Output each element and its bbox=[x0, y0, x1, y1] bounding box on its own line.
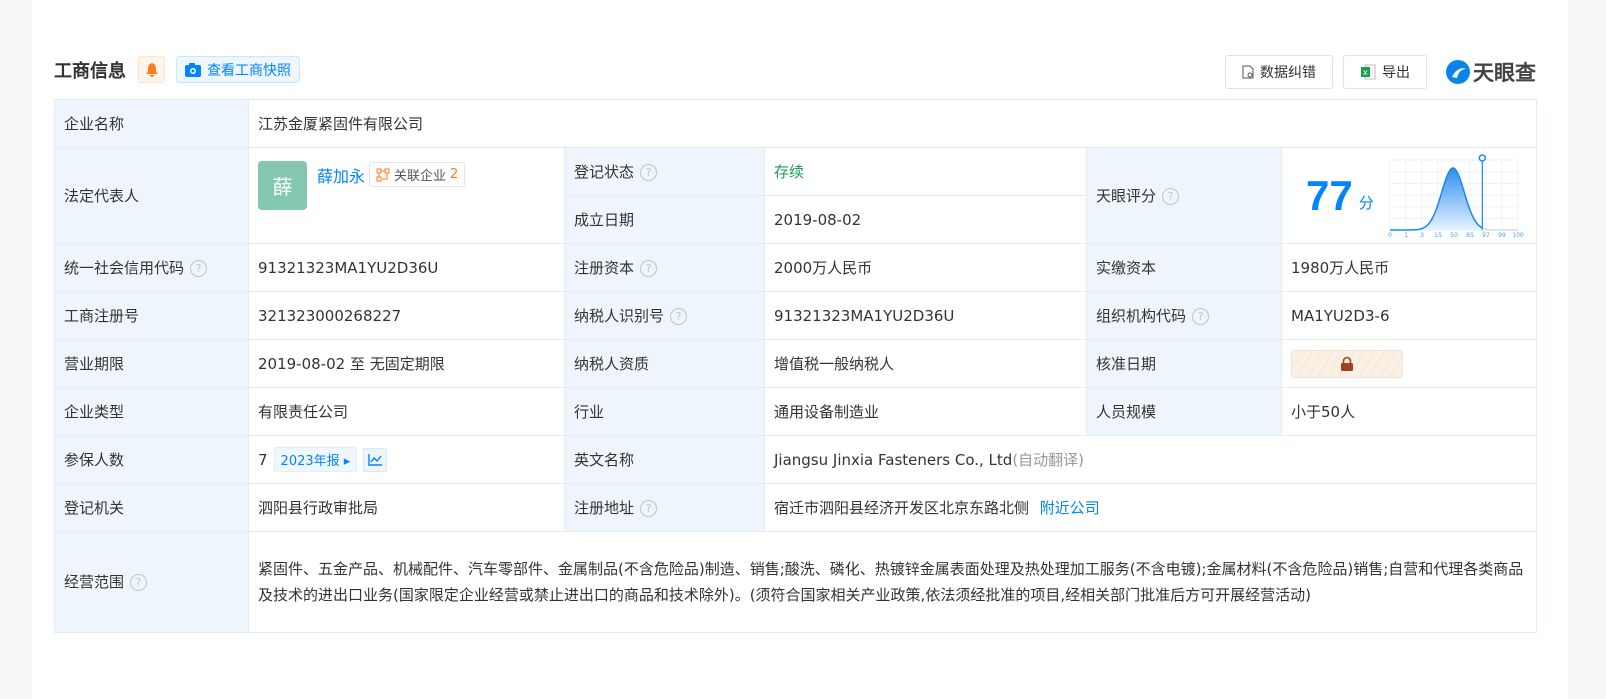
company-name-value: 江苏金厦紧固件有限公司 bbox=[247, 99, 1538, 148]
section-header: 工商信息 查看工商快照 bbox=[54, 56, 300, 83]
avatar: 薛 bbox=[258, 161, 307, 210]
scope-label: 经营范围 bbox=[64, 573, 125, 591]
excel-icon: x bbox=[1361, 64, 1376, 80]
annual-report-link[interactable]: 2023年报 ▸ bbox=[273, 446, 358, 472]
camera-icon bbox=[185, 62, 201, 77]
bell-icon[interactable] bbox=[138, 56, 165, 83]
svg-text:x: x bbox=[1363, 68, 1368, 77]
tick-label: 97 bbox=[1482, 232, 1490, 238]
reg-status-value: 存续 bbox=[764, 147, 1087, 196]
help-icon[interactable]: ? bbox=[190, 260, 208, 277]
field-label: 人员规模 bbox=[1096, 403, 1157, 421]
toolbar: 数据纠错 x 导出 天眼查 bbox=[1225, 55, 1536, 89]
authority-label: 登记机关 bbox=[54, 483, 249, 532]
table-row: 营业期限 2019-08-02 至 无固定期限 纳税人资质 增值税一般纳税人 核准日期 bbox=[54, 339, 1538, 388]
help-icon[interactable]: ? bbox=[1162, 188, 1180, 205]
help-icon[interactable]: ? bbox=[130, 574, 148, 591]
tick-label: 1 bbox=[1404, 232, 1408, 238]
tick-label: 85 bbox=[1466, 232, 1474, 238]
tick-label: 15 bbox=[1434, 232, 1442, 238]
table-row: 统一社会信用代码? 91321323MA1YU2D36U 注册资本? 2000万人民币… bbox=[54, 243, 1538, 292]
score-value: 77 bbox=[1306, 171, 1353, 219]
authority-value: 泗阳县行政审批局 bbox=[248, 483, 565, 532]
field-label: 企业类型 bbox=[64, 403, 125, 421]
insured-label: 参保人数 bbox=[54, 435, 249, 484]
export-button[interactable]: x 导出 bbox=[1343, 55, 1427, 89]
field-value: 通用设备制造业 bbox=[764, 387, 1087, 436]
field-value: 有限责任公司 bbox=[248, 387, 565, 436]
export-label: 导出 bbox=[1382, 65, 1410, 81]
field-label: 组织机构代码 bbox=[1096, 307, 1187, 325]
trend-chart-icon[interactable] bbox=[363, 448, 388, 473]
correction-label: 数据纠错 bbox=[1260, 65, 1316, 81]
field-value: 1980万人民币 bbox=[1280, 243, 1538, 292]
field-value: 2019-08-02 至 无固定期限 bbox=[248, 339, 565, 388]
field-value: 91321323MA1YU2D36U bbox=[764, 291, 1087, 340]
data-correction-button[interactable]: 数据纠错 bbox=[1225, 55, 1333, 89]
help-icon[interactable]: ? bbox=[670, 308, 688, 325]
english-name-value: Jiangsu Jinxia Fasteners Co., Ltd bbox=[774, 451, 1013, 469]
help-icon[interactable]: ? bbox=[640, 164, 658, 181]
scope-value: 紧固件、五金产品、机械配件、汽车零部件、金属制品(不含危险品)制造、销售;酸洗、… bbox=[247, 531, 1538, 633]
score-widget[interactable]: 77 分 0 1 3 15 50 85 97 99 100 bbox=[1282, 149, 1536, 243]
field-label: 行业 bbox=[574, 403, 605, 421]
field-value: 91321323MA1YU2D36U bbox=[248, 243, 565, 292]
help-icon[interactable]: ? bbox=[640, 500, 658, 517]
field-value: 321323000268227 bbox=[248, 291, 565, 340]
auto-translate-note: (自动翻译) bbox=[1012, 451, 1085, 469]
brand-logo: 天眼查 bbox=[1445, 57, 1536, 87]
lock-icon bbox=[1341, 356, 1353, 371]
tick-label: 3 bbox=[1420, 232, 1424, 238]
table-row: 工商注册号 321323000268227 纳税人识别号? 91321323MA1YU… bbox=[54, 291, 1538, 340]
score-area bbox=[1389, 167, 1483, 230]
distribution-curve bbox=[1481, 226, 1518, 231]
field-label: 工商注册号 bbox=[64, 307, 140, 325]
field-value: MA1YU2D3-6 bbox=[1280, 291, 1538, 340]
score-unit: 分 bbox=[1358, 194, 1374, 212]
company-name-label: 企业名称 bbox=[54, 99, 249, 148]
snapshot-label: 查看工商快照 bbox=[207, 62, 291, 79]
reg-status-label: 登记状态 bbox=[574, 163, 635, 181]
address-label: 注册地址 bbox=[574, 499, 635, 517]
tick-label: 50 bbox=[1450, 232, 1458, 238]
help-icon[interactable]: ? bbox=[1192, 308, 1210, 325]
field-label: 纳税人识别号 bbox=[574, 307, 665, 325]
legal-rep-label: 法定代表人 bbox=[54, 147, 249, 244]
locked-vip-field[interactable] bbox=[1291, 349, 1403, 378]
english-name-label: 英文名称 bbox=[564, 435, 765, 484]
section-title: 工商信息 bbox=[54, 60, 126, 82]
nearby-companies-link[interactable]: 附近公司 bbox=[1040, 499, 1100, 517]
network-icon bbox=[376, 168, 390, 181]
field-value: 增值税一般纳税人 bbox=[764, 339, 1087, 388]
field-label: 营业期限 bbox=[64, 355, 125, 373]
field-label: 纳税人资质 bbox=[574, 355, 650, 373]
document-icon bbox=[1242, 65, 1254, 79]
help-icon[interactable]: ? bbox=[640, 260, 658, 277]
score-marker-icon bbox=[1478, 153, 1486, 162]
score-distribution-chart: 0 1 3 15 50 85 97 99 100 bbox=[1388, 153, 1524, 238]
established-value: 2019-08-02 bbox=[764, 195, 1087, 244]
brand-logo-icon bbox=[1446, 60, 1470, 84]
field-value: 2000万人民币 bbox=[764, 243, 1087, 292]
table-row: 企业类型 有限责任公司 行业 通用设备制造业 人员规模 小于50人 bbox=[54, 387, 1538, 436]
business-info-table: 企业名称 江苏金厦紧固件有限公司 法定代表人 薛 薛加永 关联企业 2 登记状态?… bbox=[54, 99, 1538, 633]
related-companies-button[interactable]: 关联企业 2 bbox=[369, 162, 466, 187]
established-label: 成立日期 bbox=[564, 195, 765, 244]
field-label: 实缴资本 bbox=[1096, 259, 1157, 277]
field-value: 小于50人 bbox=[1280, 387, 1538, 436]
field-label: 统一社会信用代码 bbox=[64, 259, 185, 277]
score-label: 天眼评分 bbox=[1096, 187, 1157, 205]
legal-rep-name-link[interactable]: 薛加永 bbox=[317, 163, 365, 187]
insured-value: 7 bbox=[258, 450, 268, 469]
snapshot-button[interactable]: 查看工商快照 bbox=[176, 56, 300, 83]
field-label: 核准日期 bbox=[1096, 355, 1157, 373]
field-label: 注册资本 bbox=[574, 259, 635, 277]
tick-label: 99 bbox=[1498, 232, 1506, 238]
address-value: 宿迁市泗阳县经济开发区北京东路北侧 bbox=[774, 499, 1030, 517]
tick-label: 100 bbox=[1512, 232, 1524, 238]
tick-label: 0 bbox=[1388, 232, 1392, 238]
